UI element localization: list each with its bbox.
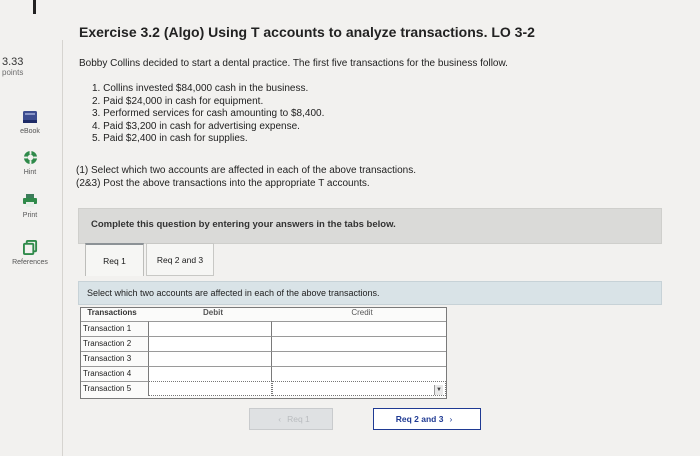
instruction-line: (1) Select which two accounts are affect…	[76, 165, 417, 176]
transaction-label: Transaction 3	[81, 351, 149, 366]
points-label: points	[2, 68, 24, 77]
problem-intro: Bobby Collins decided to start a dental …	[79, 58, 508, 69]
credit-select[interactable]	[272, 366, 446, 381]
column-header-credit: Credit	[351, 308, 373, 317]
banner-text: Complete this question by entering your …	[91, 219, 396, 230]
answer-table: Transactions Debit Credit Transaction 1 …	[80, 307, 447, 399]
chevron-left-icon: ‹	[278, 414, 282, 424]
sidebar-item-label: Hint	[23, 169, 37, 176]
table-row: Transaction 1	[81, 321, 446, 336]
sidebar-item-label: eBook	[20, 128, 40, 135]
transaction-list: 1. Collins invested $84,000 cash in the …	[92, 83, 324, 146]
next-req-label: Req 2 and 3	[395, 414, 444, 424]
credit-select[interactable]	[272, 351, 446, 366]
points-indicator: 3.33 points	[2, 56, 42, 77]
transaction-label: Transaction 5	[81, 381, 149, 396]
list-item: 1. Collins invested $84,000 cash in the …	[92, 83, 309, 94]
prev-req-button[interactable]: ‹ Req 1	[249, 408, 333, 430]
points-value: 3.33	[2, 56, 24, 68]
transaction-label: Transaction 4	[81, 366, 149, 381]
debit-select[interactable]	[149, 366, 272, 381]
question-prompt-bar: Select which two accounts are affected i…	[78, 281, 662, 305]
debit-select[interactable]	[149, 381, 272, 396]
transaction-label: Transaction 1	[81, 321, 149, 336]
sidebar-item-print[interactable]: Print	[4, 194, 56, 219]
instructions: (1) Select which two accounts are affect…	[76, 164, 416, 190]
transaction-label: Transaction 2	[81, 336, 149, 351]
book-icon	[23, 111, 37, 123]
debit-select[interactable]	[149, 336, 272, 351]
credit-select[interactable]: ▼	[272, 381, 446, 396]
tab-req-1[interactable]: Req 1	[85, 243, 144, 276]
credit-select[interactable]	[272, 336, 446, 351]
list-item: 5. Paid $2,400 in cash for supplies.	[92, 133, 248, 144]
list-item: 4. Paid $3,200 in cash for advertising e…	[92, 120, 300, 132]
printer-icon	[23, 194, 37, 207]
table-row: Transaction 4	[81, 366, 446, 381]
column-header-transactions: Transactions	[87, 308, 137, 317]
chevron-right-icon: ›	[449, 414, 453, 424]
chevron-down-icon[interactable]: ▼	[434, 385, 443, 395]
list-item: 3. Performed services for cash amounting…	[92, 108, 325, 119]
sidebar-item-label: Print	[22, 212, 38, 219]
debit-select[interactable]	[149, 321, 272, 336]
sidebar-item-references[interactable]: References	[4, 240, 56, 266]
top-edge-mark	[33, 0, 36, 14]
instruction-line: (2&3) Post the above transactions into t…	[76, 178, 370, 189]
sidebar-item-hint[interactable]: Hint	[4, 150, 56, 176]
table-row: Transaction 2	[81, 336, 446, 351]
tab-req-2-and-3[interactable]: Req 2 and 3	[146, 243, 214, 276]
column-header-debit: Debit	[203, 308, 223, 317]
credit-select[interactable]	[272, 321, 446, 336]
list-item: 2. Paid $24,000 in cash for equipment.	[92, 95, 264, 107]
sidebar-item-ebook[interactable]: eBook	[4, 110, 56, 135]
title-marker: ·	[518, 26, 522, 37]
debit-select[interactable]	[149, 351, 272, 366]
instruction-banner: Complete this question by entering your …	[78, 208, 662, 244]
question-prompt: Select which two accounts are affected i…	[87, 288, 380, 298]
sidebar-divider	[62, 40, 63, 456]
sidebar-item-label: References	[12, 259, 48, 266]
prev-req-label: Req 1	[287, 414, 310, 424]
next-req-button[interactable]: Req 2 and 3 ›	[373, 408, 481, 430]
table-row: Transaction 5 ▼	[81, 381, 446, 396]
page-title: Exercise 3.2 (Algo) Using T accounts to …	[79, 24, 535, 40]
references-icon	[22, 240, 37, 255]
table-row: Transaction 3	[81, 351, 446, 366]
lifebuoy-icon	[23, 150, 37, 165]
